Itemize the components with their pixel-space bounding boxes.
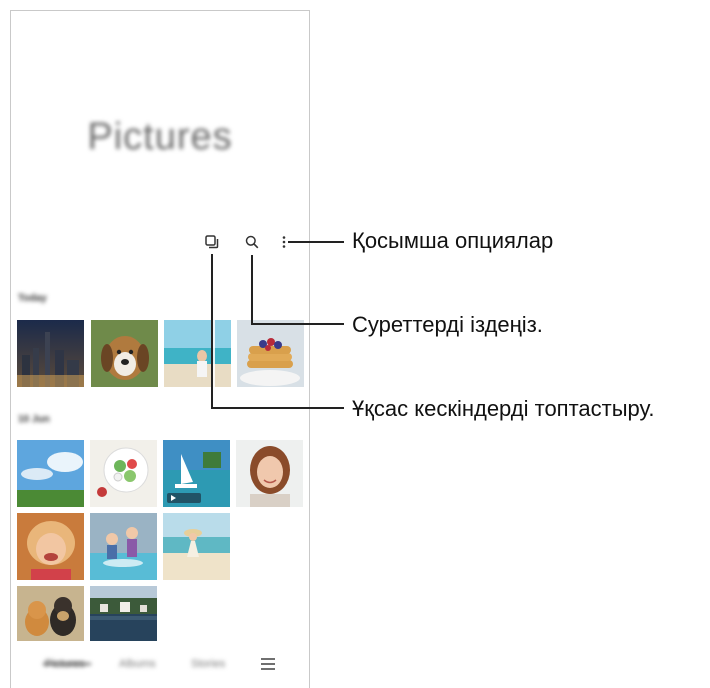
page-title: Pictures bbox=[87, 116, 233, 158]
callout-line-search-vertical bbox=[251, 255, 253, 324]
section-label-today: Today bbox=[18, 293, 47, 304]
callout-line-group-vertical bbox=[211, 254, 213, 408]
hamburger-menu-icon[interactable] bbox=[260, 657, 276, 671]
active-tab-indicator bbox=[43, 663, 91, 665]
photo-salad[interactable] bbox=[90, 440, 157, 507]
photo-beach-child[interactable] bbox=[164, 320, 231, 387]
photo-city-night[interactable] bbox=[17, 320, 84, 387]
video-sailboat[interactable] bbox=[163, 440, 230, 507]
callout-more-options: Қосымша опциялар bbox=[352, 228, 554, 253]
callout-group-similar: Ұқсас кескіндерді топтастыру. bbox=[352, 396, 655, 421]
photo-girl-beach[interactable] bbox=[163, 513, 230, 580]
tab-stories[interactable]: Stories bbox=[191, 658, 225, 670]
section-label-earlier: 10 Jun bbox=[18, 414, 50, 425]
callout-search: Суреттерді іздеңіз. bbox=[352, 312, 543, 337]
callout-line-search-horizontal bbox=[251, 323, 344, 325]
photo-lake-village[interactable] bbox=[90, 586, 157, 641]
tab-albums[interactable]: Albums bbox=[119, 658, 156, 670]
photo-kids-pool[interactable] bbox=[90, 513, 157, 580]
callout-line-group-horizontal bbox=[211, 407, 344, 409]
photo-woman-portrait[interactable] bbox=[236, 440, 303, 507]
bottom-navigation: Pictures Albums Stories bbox=[11, 648, 309, 688]
photo-laughing-child[interactable] bbox=[17, 513, 84, 580]
callout-line-more-options bbox=[288, 241, 344, 243]
phone-screen: Pictures Today 10 Jun Albums Stories bbox=[10, 10, 310, 688]
search-icon[interactable] bbox=[243, 233, 261, 251]
photo-pancakes[interactable] bbox=[237, 320, 304, 387]
photo-beagle[interactable] bbox=[91, 320, 158, 387]
photo-pets[interactable] bbox=[17, 586, 84, 641]
photo-sky-field[interactable] bbox=[17, 440, 84, 507]
group-similar-icon[interactable] bbox=[203, 233, 221, 251]
